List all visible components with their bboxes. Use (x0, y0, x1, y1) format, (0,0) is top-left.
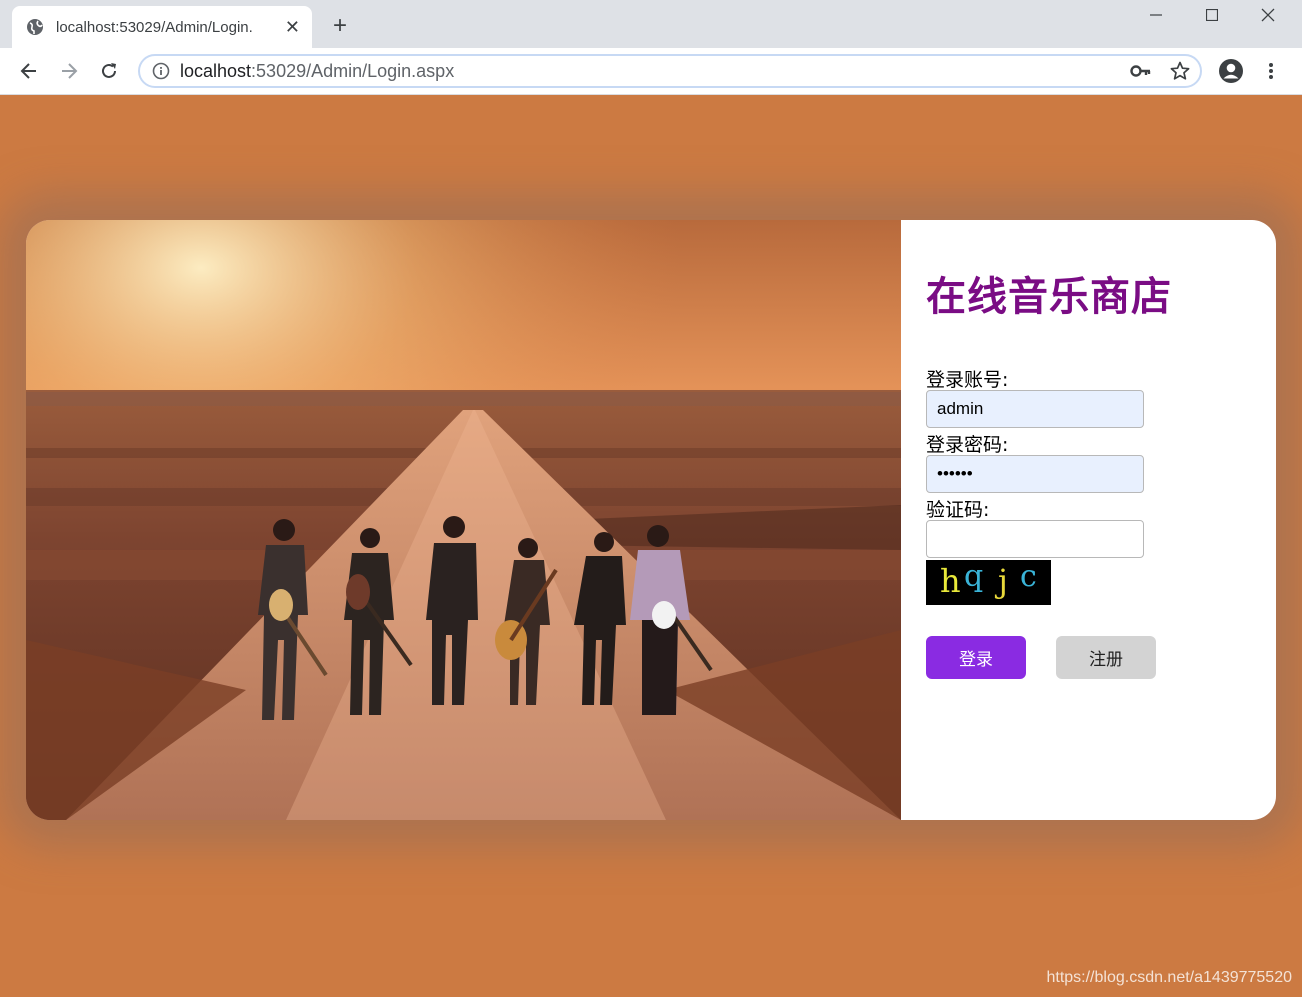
browser-tab[interactable]: localhost:53029/Admin/Login. ✕ (12, 6, 312, 48)
watermark: https://blog.csdn.net/a1439775520 (1046, 969, 1292, 986)
captcha-image[interactable]: h q j c (926, 559, 1051, 605)
browser-toolbar: localhost:53029/Admin/Login.aspx (0, 48, 1302, 95)
hero-photo (26, 220, 901, 820)
register-button[interactable]: 注册 (1056, 636, 1156, 679)
tab-close-icon[interactable]: ✕ (285, 18, 300, 36)
captcha-label: 验证码: (926, 499, 990, 521)
login-button[interactable]: 登录 (926, 636, 1026, 679)
browser-tab-strip: localhost:53029/Admin/Login. ✕ + (0, 0, 1302, 48)
account-label: 登录账号: (926, 369, 1009, 391)
captcha-char-2: q (964, 560, 983, 594)
kebab-menu-icon[interactable] (1256, 56, 1286, 86)
login-card: 在线音乐商店 登录账号: 登录密码: 验证码: h q j c 登录 注册 (26, 220, 1276, 820)
maximize-icon[interactable] (1184, 0, 1240, 30)
close-window-icon[interactable] (1240, 0, 1296, 30)
arrow-left-icon[interactable] (14, 56, 44, 86)
url-host: localhost (180, 60, 252, 81)
info-icon[interactable] (152, 62, 170, 80)
star-icon[interactable] (1170, 61, 1190, 86)
captcha-char-4: c (1020, 560, 1037, 594)
account-icon[interactable] (1216, 56, 1246, 86)
key-icon[interactable] (1130, 61, 1152, 86)
captcha-char-1: h (940, 562, 961, 600)
arrow-right-icon[interactable] (54, 56, 84, 86)
new-tab-button[interactable]: + (326, 12, 354, 40)
address-bar[interactable]: localhost:53029/Admin/Login.aspx (138, 54, 1202, 88)
globe-icon (26, 18, 44, 36)
url-path: :53029/Admin/Login.aspx (251, 60, 455, 81)
reload-icon[interactable] (94, 56, 124, 86)
captcha-char-3: j (994, 562, 1008, 600)
captcha-input[interactable] (926, 520, 1144, 558)
password-input[interactable] (926, 455, 1144, 493)
password-label: 登录密码: (926, 434, 1009, 456)
login-form: 在线音乐商店 登录账号: 登录密码: 验证码: h q j c 登录 注册 (926, 220, 1276, 820)
page-title: 在线音乐商店 (926, 274, 1172, 320)
account-input[interactable] (926, 390, 1144, 428)
tab-title: localhost:53029/Admin/Login. (56, 18, 253, 36)
minimize-icon[interactable] (1128, 0, 1184, 30)
